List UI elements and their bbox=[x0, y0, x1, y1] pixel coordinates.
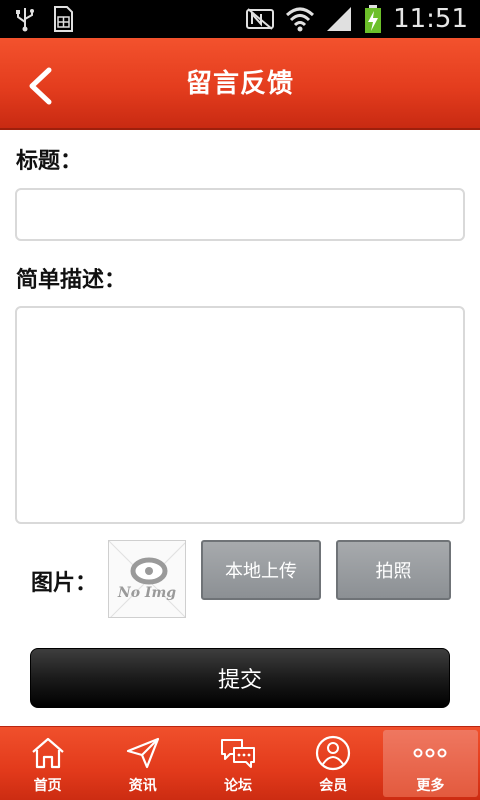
nav-label: 资讯 bbox=[128, 778, 157, 794]
image-label: 图片： bbox=[31, 571, 98, 596]
no-image-placeholder-icon bbox=[109, 541, 185, 617]
nav-item-member[interactable]: 会员 bbox=[286, 727, 381, 800]
nfc-icon bbox=[246, 8, 275, 30]
nav-item-forum[interactable]: 论坛 bbox=[190, 727, 285, 800]
title-input[interactable] bbox=[15, 188, 465, 241]
status-time: 11:51 bbox=[393, 4, 468, 34]
local-upload-button[interactable]: 本地上传 bbox=[201, 540, 321, 600]
user-icon bbox=[316, 735, 351, 771]
nav-item-more[interactable]: 更多 bbox=[382, 730, 479, 797]
no-image-text: No Img bbox=[117, 585, 177, 601]
nav-label: 论坛 bbox=[224, 778, 252, 794]
nav-label: 会员 bbox=[319, 778, 348, 794]
app-header: 留言反馈 bbox=[0, 38, 480, 130]
sim-icon bbox=[54, 6, 73, 32]
title-label: 标题： bbox=[16, 149, 83, 174]
nav-item-news[interactable]: 资讯 bbox=[95, 727, 190, 800]
usb-icon bbox=[16, 8, 34, 32]
submit-button[interactable]: 提交 bbox=[30, 648, 450, 708]
chat-bubbles-icon bbox=[221, 739, 255, 768]
nav-label: 更多 bbox=[416, 778, 445, 794]
home-icon bbox=[31, 737, 64, 769]
battery-charging-icon bbox=[365, 5, 382, 33]
wifi-icon bbox=[286, 7, 315, 32]
image-preview: No Img bbox=[108, 540, 186, 618]
bottom-nav: 首页 资讯 论坛 会员 更多 bbox=[0, 726, 480, 800]
description-textarea[interactable] bbox=[15, 306, 465, 524]
take-photo-button[interactable]: 拍照 bbox=[336, 540, 451, 600]
signal-icon bbox=[327, 7, 352, 31]
status-bar: 11:51 bbox=[0, 0, 480, 38]
more-dots-icon bbox=[413, 748, 447, 758]
paper-plane-icon bbox=[126, 737, 159, 769]
nav-label: 首页 bbox=[33, 778, 62, 794]
nav-item-home[interactable]: 首页 bbox=[0, 727, 95, 800]
page-title: 留言反馈 bbox=[185, 69, 294, 99]
description-label: 简单描述： bbox=[16, 268, 127, 293]
